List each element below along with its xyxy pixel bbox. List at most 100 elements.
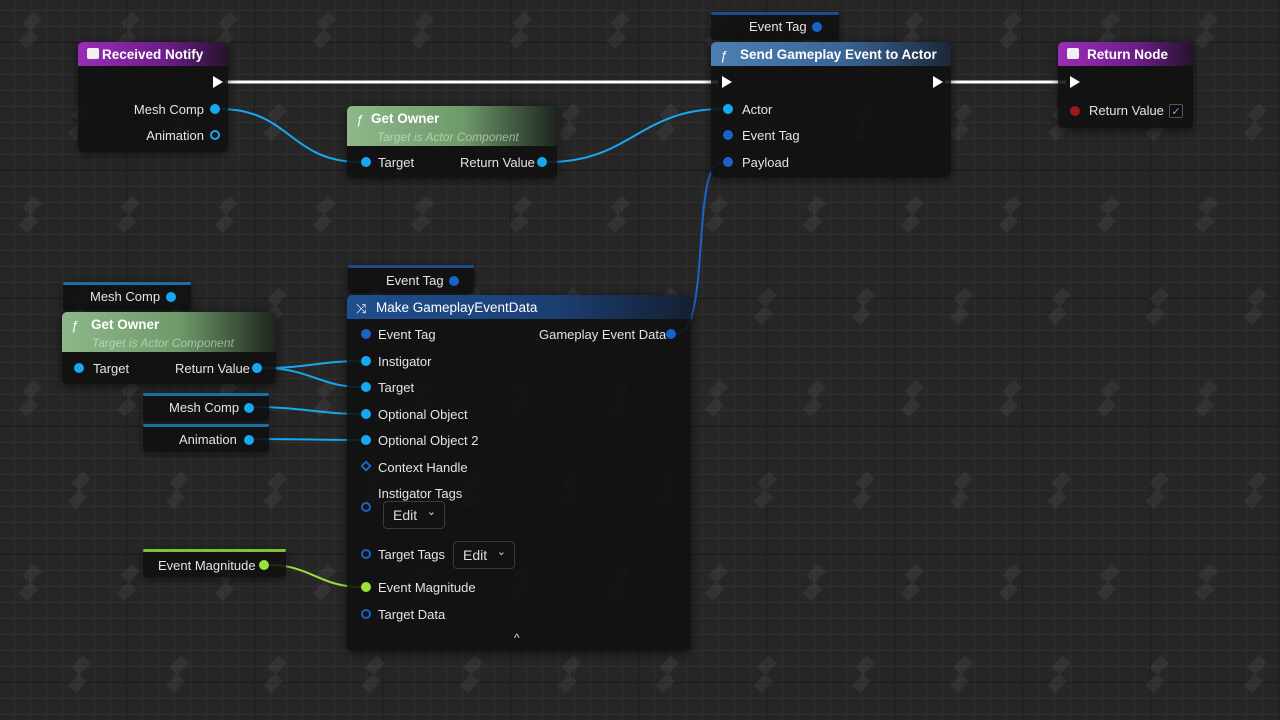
watermark-mark: ▚ (747, 656, 784, 692)
watermark-mark: ▚ (12, 564, 49, 600)
watermark-mark: ▚ (894, 564, 931, 600)
actor-pin[interactable] (723, 104, 733, 114)
watermark-mark: ▚ (698, 564, 735, 600)
send-gameplay-event-node[interactable]: ƒ Send Gameplay Event to Actor Actor Eve… (711, 42, 951, 177)
watermark-mark: ▚ (698, 196, 735, 232)
mesh-comp-variable[interactable]: Mesh Comp (63, 282, 191, 310)
return-value-pin[interactable] (1070, 106, 1080, 116)
variable-bar (63, 282, 191, 285)
watermark-mark: ▚ (110, 564, 147, 600)
watermark-mark: ▚ (1139, 472, 1176, 508)
watermark-mark: ▚ (208, 196, 245, 232)
target-pin[interactable] (361, 157, 371, 167)
event-tag-variable[interactable]: Event Tag (348, 265, 474, 293)
gameplay-event-data-pin[interactable] (666, 329, 676, 339)
watermark-mark: ▚ (747, 288, 784, 324)
mesh-comp-variable[interactable]: Mesh Comp (143, 393, 269, 421)
event-magnitude-variable[interactable]: Event Magnitude (143, 549, 286, 577)
chevron-down-icon: ⌄ (426, 506, 436, 518)
mesh-comp-out-pin[interactable] (166, 292, 176, 302)
event-tag-pin[interactable] (361, 329, 371, 339)
animation-out-pin[interactable] (244, 435, 254, 445)
node-title: Send Gameplay Event to Actor (740, 47, 937, 62)
node-title: Get Owner (91, 317, 160, 332)
watermark-mark: ▚ (1041, 472, 1078, 508)
node-subtitle: Target is Actor Component (92, 336, 234, 350)
watermark-mark: ▚ (1237, 472, 1274, 508)
pin-label: Optional Object (378, 407, 468, 422)
pin-label: Target (93, 361, 130, 376)
event-magnitude-out-pin[interactable] (259, 560, 269, 570)
watermark-mark: ▚ (257, 656, 294, 692)
watermark-mark: ▚ (502, 196, 539, 232)
instigator-pin[interactable] (361, 356, 371, 366)
variable-bar (143, 549, 286, 552)
pin-label: Return Value (460, 155, 535, 170)
target-pin[interactable] (74, 363, 84, 373)
pin-label: Event Tag (378, 327, 436, 342)
animation-variable[interactable]: Animation (143, 424, 269, 452)
pin-label: Instigator Tags (378, 486, 463, 501)
watermark-mark: ▚ (355, 656, 392, 692)
target-pin[interactable] (361, 382, 371, 392)
watermark-mark: ▚ (1041, 656, 1078, 692)
watermark-mark: ▚ (306, 12, 343, 48)
get-owner-node[interactable]: ƒ Get Owner Target is Actor Component Ta… (347, 106, 557, 178)
event-magnitude-pin[interactable] (361, 582, 371, 592)
make-gameplay-event-data-node[interactable]: ⤨ Make GameplayEventData Gameplay Event … (347, 295, 691, 651)
pin-label: Target (378, 380, 415, 395)
variable-bar (143, 424, 269, 427)
event-tag-variable[interactable]: Event Tag (711, 12, 839, 40)
target-tags-edit-button[interactable]: Edit ⌄ (453, 541, 515, 569)
exec-in-pin[interactable] (1070, 76, 1080, 88)
function-icon: ƒ (720, 48, 728, 63)
payload-pin[interactable] (723, 157, 733, 167)
watermark-mark: ▚ (649, 656, 686, 692)
return-value-checkbox[interactable]: ✓ (1169, 104, 1183, 118)
pin-label: Mesh Comp (133, 102, 204, 117)
received-notify-node[interactable]: Received Notify Mesh Comp Animation (78, 42, 228, 152)
watermark-mark: ▚ (796, 196, 833, 232)
wire-owner-to-actor (547, 108, 723, 163)
optional-object-2-pin[interactable] (361, 435, 371, 445)
event-tag-out-pin[interactable] (449, 276, 459, 286)
target-tags-pin[interactable] (361, 549, 371, 559)
mesh-comp-pin[interactable] (210, 104, 220, 114)
watermark-mark: ▚ (159, 656, 196, 692)
node-title: Get Owner (371, 111, 440, 126)
context-handle-pin[interactable] (360, 460, 372, 472)
get-owner-node[interactable]: ƒ Get Owner Target is Actor Component Ta… (62, 312, 276, 384)
wire-mesh-to-target (219, 108, 361, 163)
node-title: Return Node (1087, 47, 1168, 62)
exec-in-pin[interactable] (722, 76, 732, 88)
mesh-comp-out-pin[interactable] (244, 403, 254, 413)
event-tag-pin[interactable] (723, 130, 733, 140)
watermark-mark: ▚ (649, 104, 686, 140)
wire-anim-to-optobj2 (253, 438, 362, 441)
watermark-mark: ▚ (1237, 104, 1274, 140)
optional-object-pin[interactable] (361, 409, 371, 419)
animation-pin[interactable] (210, 130, 220, 140)
return-value-pin[interactable] (252, 363, 262, 373)
target-data-pin[interactable] (361, 609, 371, 619)
watermark-mark: ▚ (894, 196, 931, 232)
exec-out-pin[interactable] (933, 76, 943, 88)
instigator-tags-pin[interactable] (361, 502, 371, 512)
node-title: Make GameplayEventData (376, 300, 538, 315)
variable-bar (143, 393, 269, 396)
collapse-arrow-icon[interactable]: ^ (514, 631, 520, 645)
return-node[interactable]: Return Node Return Value ✓ (1058, 42, 1193, 128)
return-value-pin[interactable] (537, 157, 547, 167)
watermark-mark: ▚ (698, 380, 735, 416)
node-subtitle: Target is Actor Component (377, 130, 519, 144)
pin-label: Target Data (378, 607, 446, 622)
watermark-mark: ▚ (306, 196, 343, 232)
watermark-mark: ▚ (845, 288, 882, 324)
pin-label: Optional Object 2 (378, 433, 479, 448)
exec-out-pin[interactable] (213, 76, 223, 88)
watermark-mark: ▚ (502, 12, 539, 48)
event-tag-out-pin[interactable] (812, 22, 822, 32)
watermark-mark: ▚ (943, 472, 980, 508)
instigator-tags-edit-button[interactable]: Edit ⌄ (383, 501, 445, 529)
node-header: ⤨ Make GameplayEventData (347, 295, 691, 319)
